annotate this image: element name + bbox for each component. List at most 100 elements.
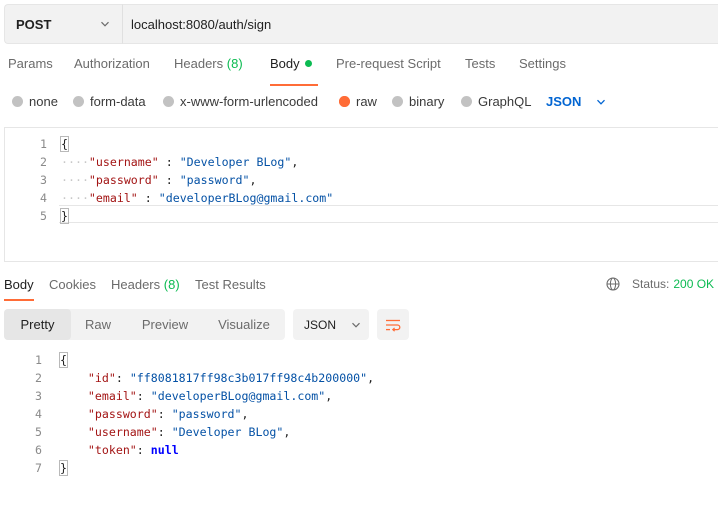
request-code: { ····"username" : "Developer BLog", ···… xyxy=(60,135,333,225)
status-value: 200 OK xyxy=(673,277,715,291)
radio-label: raw xyxy=(356,94,377,109)
json-separator: : xyxy=(158,173,180,187)
view-mode-label: Visualize xyxy=(218,317,270,332)
tab-label: Cookies xyxy=(49,277,96,292)
body-type-options: none form-data x-www-form-urlencoded raw… xyxy=(0,94,718,114)
json-key: "password" xyxy=(88,173,159,187)
radio-label: form-data xyxy=(90,94,146,109)
json-value: "Developer BLog" xyxy=(171,425,284,439)
indent-whitespace: ···· xyxy=(61,173,89,187)
view-visualize-button[interactable]: Visualize xyxy=(207,309,281,340)
radio-x-www-form-urlencoded[interactable]: x-www-form-urlencoded xyxy=(163,94,318,109)
tab-label: Body xyxy=(270,56,300,71)
request-body-editor[interactable]: 1 2 3 4 5 { ····"username" : "Developer … xyxy=(4,127,718,262)
close-brace: } xyxy=(59,460,68,476)
view-mode-label: Raw xyxy=(84,317,111,332)
response-status: Status: 200 OK xyxy=(606,277,714,291)
radio-label: x-www-form-urlencoded xyxy=(180,94,318,109)
tab-test-results[interactable]: Test Results xyxy=(195,277,266,292)
view-raw-button[interactable]: Raw xyxy=(74,309,122,340)
tab-response-headers[interactable]: Headers (8) xyxy=(111,277,180,292)
view-mode-switcher: Pretty Raw Preview Visualize xyxy=(4,309,285,340)
method-select[interactable]: POST xyxy=(4,4,122,44)
line-number: 3 xyxy=(35,389,42,403)
open-brace: { xyxy=(59,352,68,368)
radio-graphql[interactable]: GraphQL xyxy=(461,94,531,109)
wrap-lines-button[interactable] xyxy=(377,309,409,340)
method-label: POST xyxy=(16,16,52,32)
json-key: "username" xyxy=(87,425,158,439)
url-input[interactable]: localhost:8080/auth/sign xyxy=(122,4,718,44)
response-format-dropdown[interactable]: JSON xyxy=(293,309,369,340)
json-separator: : xyxy=(136,443,151,457)
tab-count: (8) xyxy=(226,56,243,71)
tab-label: Authorization xyxy=(74,56,150,71)
chevron-down-icon xyxy=(352,322,360,328)
json-value: "ff8081817ff98c3b017ff98c4b200000" xyxy=(129,371,368,385)
tab-count: (8) xyxy=(163,277,180,292)
tab-tests[interactable]: Tests xyxy=(465,56,495,71)
body-format-label: JSON xyxy=(546,94,582,109)
tab-headers[interactable]: Headers (8) xyxy=(174,56,243,71)
json-value: "Developer BLog" xyxy=(179,155,292,169)
json-separator: : xyxy=(115,371,130,385)
view-preview-button[interactable]: Preview xyxy=(128,309,202,340)
line-number: 4 xyxy=(40,191,47,205)
modified-dot-icon xyxy=(304,60,312,68)
response-code: { "id": "ff8081817ff98c3b017ff98c4b20000… xyxy=(59,351,375,477)
json-key: "email" xyxy=(88,191,138,205)
tab-label: Headers xyxy=(174,56,224,71)
tab-pre-request-script[interactable]: Pre-request Script xyxy=(336,56,441,71)
json-value: "password" xyxy=(179,173,250,187)
json-comma: , xyxy=(367,371,375,385)
close-brace: } xyxy=(60,208,69,224)
tab-cookies[interactable]: Cookies xyxy=(49,277,96,292)
tab-params[interactable]: Params xyxy=(8,56,53,71)
radio-none[interactable]: none xyxy=(12,94,58,109)
line-number-gutter: 1 2 3 4 5 xyxy=(5,135,47,225)
radio-form-data[interactable]: form-data xyxy=(73,94,146,109)
radio-icon xyxy=(73,96,84,107)
tab-settings[interactable]: Settings xyxy=(519,56,566,71)
tab-label: Settings xyxy=(519,56,566,71)
active-tab-indicator xyxy=(4,299,34,301)
line-number: 7 xyxy=(35,461,42,475)
line-number: 2 xyxy=(40,155,47,169)
json-comma: , xyxy=(291,155,299,169)
line-number: 3 xyxy=(40,173,47,187)
tab-authorization[interactable]: Authorization xyxy=(74,56,150,71)
chevron-down-icon xyxy=(101,21,109,27)
line-number: 5 xyxy=(40,209,47,223)
json-separator: : xyxy=(157,425,172,439)
line-number: 4 xyxy=(35,407,42,421)
tab-label: Test Results xyxy=(195,277,266,292)
tab-response-body[interactable]: Body xyxy=(4,277,34,292)
json-key: "password" xyxy=(87,407,158,421)
json-comma: , xyxy=(283,425,291,439)
json-key: "token" xyxy=(87,443,137,457)
view-mode-label: Preview xyxy=(141,317,189,332)
json-value: null xyxy=(150,443,179,457)
radio-raw[interactable]: raw xyxy=(339,94,377,109)
json-key: "email" xyxy=(87,389,137,403)
globe-icon[interactable] xyxy=(606,277,620,291)
json-value: "developerBLog@gmail.com" xyxy=(150,389,326,403)
radio-selected-icon xyxy=(339,96,350,107)
body-format-dropdown[interactable]: JSON xyxy=(546,94,606,109)
radio-icon xyxy=(163,96,174,107)
radio-binary[interactable]: binary xyxy=(392,94,444,109)
radio-label: none xyxy=(29,94,58,109)
indent-whitespace: ···· xyxy=(61,155,89,169)
open-brace: { xyxy=(60,136,69,152)
tab-label: Params xyxy=(8,56,53,71)
json-comma: , xyxy=(241,407,249,421)
view-pretty-button[interactable]: Pretty xyxy=(4,309,71,340)
url-text: localhost:8080/auth/sign xyxy=(131,16,272,32)
response-body-viewer[interactable]: 1 2 3 4 5 6 7 { "id": "ff8081817ff98c3b0… xyxy=(0,351,718,481)
line-number: 1 xyxy=(35,353,42,367)
tab-body[interactable]: Body xyxy=(270,56,312,71)
radio-label: binary xyxy=(409,94,445,109)
json-comma: , xyxy=(325,389,333,403)
json-comma: , xyxy=(249,173,257,187)
json-separator: : xyxy=(137,191,159,205)
